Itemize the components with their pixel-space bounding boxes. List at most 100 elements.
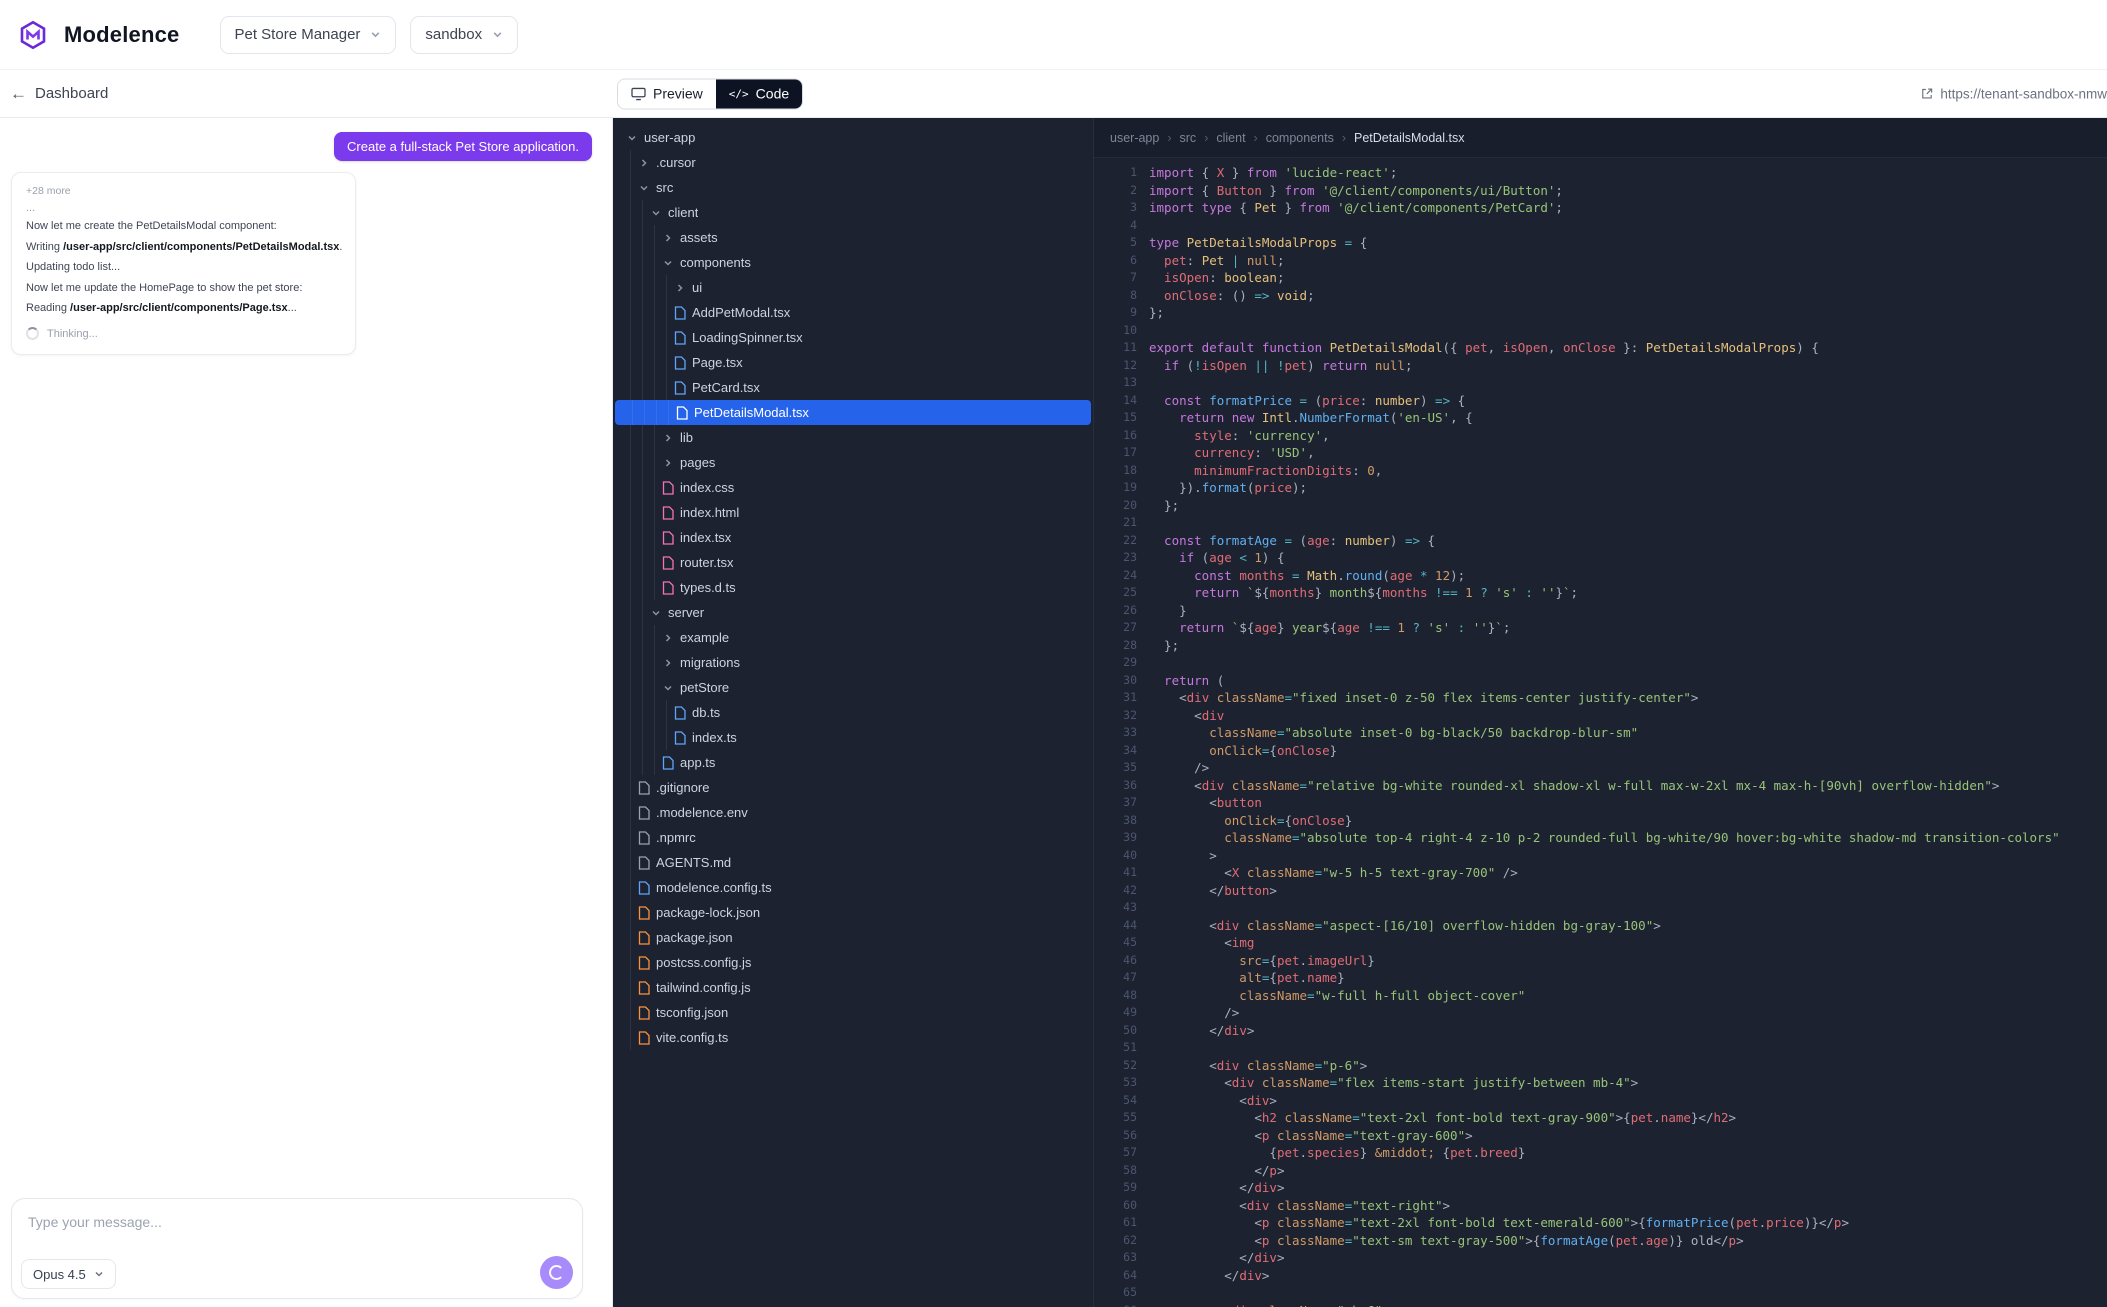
back-to-dashboard-link[interactable]: ← Dashboard <box>0 84 118 104</box>
line-number: 28 <box>1123 637 1137 652</box>
tree-file-vite.config.ts[interactable]: vite.config.ts <box>613 1025 1093 1050</box>
tree-file-modelence.config.ts[interactable]: modelence.config.ts <box>613 875 1093 900</box>
tree-file-index.ts[interactable]: index.ts <box>613 725 1093 750</box>
tree-file-router.tsx[interactable]: router.tsx <box>613 550 1093 575</box>
code-line: 61 <p className="text-2xl font-bold text… <box>1094 1214 2107 1232</box>
tree-file-.gitignore[interactable]: .gitignore <box>613 775 1093 800</box>
indent-guide <box>630 450 631 475</box>
tree-file-package.json[interactable]: package.json <box>613 925 1093 950</box>
app-root: Modelence Pet Store Manager sandbox ← Da… <box>0 0 2107 1307</box>
tree-file-tailwind.config.js[interactable]: tailwind.config.js <box>613 975 1093 1000</box>
code-line: 64 </div> <box>1094 1267 2107 1285</box>
line-number: 26 <box>1123 602 1137 617</box>
tree-folder-lib[interactable]: lib <box>613 425 1093 450</box>
tree-folder-components[interactable]: components <box>613 250 1093 275</box>
line-number: 66 <box>1094 1302 1149 1307</box>
environment-selector[interactable]: sandbox <box>410 15 519 54</box>
tree-item-label: Page.tsx <box>692 355 743 370</box>
breadcrumb-item[interactable]: components <box>1266 131 1334 145</box>
send-button[interactable] <box>540 1256 573 1289</box>
tree-file-AGENTS.md[interactable]: AGENTS.md <box>613 850 1093 875</box>
file-icon <box>637 980 651 995</box>
tree-folder-assets[interactable]: assets <box>613 225 1093 250</box>
line-number: 11 <box>1123 340 1137 354</box>
tree-item-label: types.d.ts <box>680 580 736 595</box>
tree-item-label: tailwind.config.js <box>656 980 751 995</box>
breadcrumb-item[interactable]: src <box>1180 131 1197 145</box>
code-line: 8 onClose: () => void; <box>1094 287 2107 305</box>
tree-file-index.css[interactable]: index.css <box>613 475 1093 500</box>
chevron-down-icon <box>661 258 675 268</box>
indent-guide <box>630 375 631 400</box>
code-line: 9}; <box>1094 304 2107 322</box>
tree-item-label: package-lock.json <box>656 905 761 920</box>
indent-guide <box>630 750 631 775</box>
project-selector[interactable]: Pet Store Manager <box>219 15 397 54</box>
indent-guide <box>642 200 643 225</box>
tree-file-app.ts[interactable]: app.ts <box>613 750 1093 775</box>
line-number: 65 <box>1123 1285 1137 1299</box>
line-number: 21 <box>1123 515 1137 529</box>
code-tab[interactable]: </> Code <box>715 79 803 108</box>
tree-folder-server[interactable]: server <box>613 600 1093 625</box>
code-label: Code <box>755 85 790 102</box>
line-number: 48 <box>1123 987 1137 1002</box>
tree-item-label: postcss.config.js <box>656 955 752 970</box>
indent-guide <box>654 225 655 250</box>
tree-folder-pages[interactable]: pages <box>613 450 1093 475</box>
tree-file-package-lock.json[interactable]: package-lock.json <box>613 900 1093 925</box>
code-line: 5 type PetDetailsModalProps = { <box>1094 234 2107 252</box>
indent-guide <box>642 300 643 325</box>
file-icon <box>637 880 651 895</box>
tree-file-tsconfig.json[interactable]: tsconfig.json <box>613 1000 1093 1025</box>
line-number: 14 <box>1123 392 1137 407</box>
tree-file-.npmrc[interactable]: .npmrc <box>613 825 1093 850</box>
external-link-icon <box>1922 88 1933 99</box>
tree-item-label: db.ts <box>692 705 721 720</box>
indent-guide <box>630 250 631 275</box>
tree-folder-client[interactable]: client <box>613 200 1093 225</box>
line-number: 37 <box>1123 795 1137 809</box>
tree-folder-user-app[interactable]: user-app <box>613 125 1093 150</box>
tree-file-.modelence.env[interactable]: .modelence.env <box>613 800 1093 825</box>
tree-file-postcss.config.js[interactable]: postcss.config.js <box>613 950 1093 975</box>
tree-file-index.html[interactable]: index.html <box>613 500 1093 525</box>
tree-folder-petStore[interactable]: petStore <box>613 675 1093 700</box>
code-icon: </> <box>728 87 749 100</box>
tree-file-db.ts[interactable]: db.ts <box>613 700 1093 725</box>
tree-folder-ui[interactable]: ui <box>613 275 1093 300</box>
tree-file-AddPetModal.tsx[interactable]: AddPetModal.tsx <box>613 300 1093 325</box>
code-editor: user-app › src › client › components › PetDetail… <box>1093 118 2107 1307</box>
line-number: 4 <box>1130 217 1137 232</box>
tree-file-Page.tsx[interactable]: Page.tsx <box>613 350 1093 375</box>
tree-folder-.cursor[interactable]: .cursor <box>613 150 1093 175</box>
tree-file-LoadingSpinner.tsx[interactable]: LoadingSpinner.tsx <box>613 325 1093 350</box>
chevron-right-icon <box>673 283 687 293</box>
code-line: 30 return ( <box>1094 672 2107 690</box>
loading-spinner-icon <box>549 1265 564 1280</box>
tree-file-PetCard.tsx[interactable]: PetCard.tsx <box>613 375 1093 400</box>
line-number: 16 <box>1123 427 1137 442</box>
tree-file-types.d.ts[interactable]: types.d.ts <box>613 575 1093 600</box>
tree-item-label: tsconfig.json <box>656 1005 729 1020</box>
tree-folder-src[interactable]: src <box>613 175 1093 200</box>
tree-folder-migrations[interactable]: migrations <box>613 650 1093 675</box>
tree-file-index.tsx[interactable]: index.tsx <box>613 525 1093 550</box>
tree-item-label: migrations <box>680 655 740 670</box>
breadcrumb-separator: › <box>1253 130 1258 145</box>
message-composer[interactable]: Type your message... Opus 4.5 <box>11 1198 583 1299</box>
tree-file-PetDetailsModal.tsx[interactable]: PetDetailsModal.tsx <box>615 400 1091 425</box>
sandbox-url[interactable]: https://tenant-sandbox-nmw <box>1921 86 2107 101</box>
breadcrumb-item[interactable]: PetDetailsModal.tsx <box>1354 131 1464 145</box>
more-activity-link[interactable]: +28 more <box>26 185 343 197</box>
file-icon <box>637 830 651 845</box>
tree-folder-example[interactable]: example <box>613 625 1093 650</box>
breadcrumb-item[interactable]: user-app <box>1110 131 1159 145</box>
preview-tab[interactable]: Preview <box>618 79 716 108</box>
indent-guide <box>654 325 655 350</box>
message-input[interactable]: Type your message... <box>12 1199 582 1230</box>
breadcrumb-item[interactable]: client <box>1216 131 1245 145</box>
line-number: 46 <box>1123 952 1137 967</box>
assistant-activity-card: +28 more ... Now let me create the PetDe… <box>11 172 356 356</box>
model-selector[interactable]: Opus 4.5 <box>21 1259 116 1289</box>
